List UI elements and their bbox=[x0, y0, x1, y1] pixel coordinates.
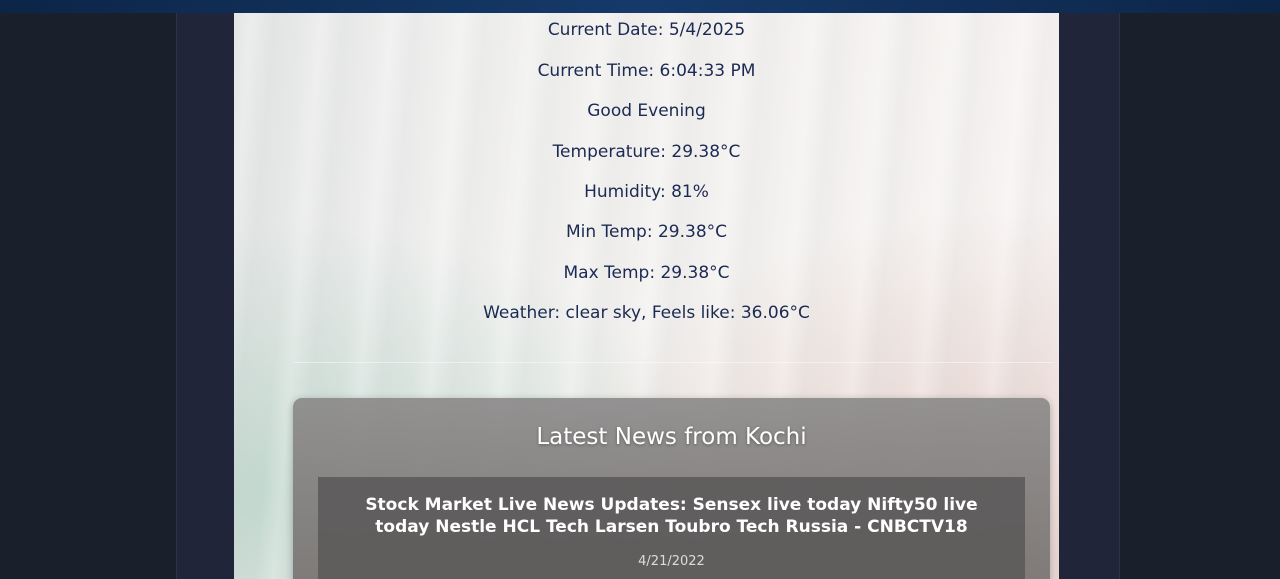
humidity: Humidity: 81% bbox=[584, 182, 709, 202]
news-article[interactable]: Stock Market Live News Updates: Sensex l… bbox=[318, 477, 1025, 579]
news-heading: Latest News from Kochi bbox=[536, 424, 807, 450]
min-temp: Min Temp: 29.38°C bbox=[565, 222, 728, 242]
temperature: Temperature: 29.38°C bbox=[552, 142, 741, 162]
news-card: Latest News from Kochi Stock Market Live… bbox=[293, 398, 1050, 579]
weather-panel: Current Date: 5/4/2025 Current Time: 6:0… bbox=[234, 13, 1059, 579]
current-time: Current Time: 6:04:33 PM bbox=[537, 61, 756, 81]
weather-conditions: Weather: clear sky, Feels like: 36.06°C bbox=[483, 303, 810, 323]
current-date: Current Date: 5/4/2025 bbox=[547, 20, 746, 40]
section-divider bbox=[294, 362, 1054, 363]
top-navigation-strip bbox=[0, 0, 1280, 13]
article-date: 4/21/2022 bbox=[638, 554, 705, 569]
article-headline[interactable]: Stock Market Live News Updates: Sensex l… bbox=[338, 494, 1005, 538]
greeting: Good Evening bbox=[587, 101, 706, 121]
max-temp: Max Temp: 29.38°C bbox=[563, 263, 730, 283]
